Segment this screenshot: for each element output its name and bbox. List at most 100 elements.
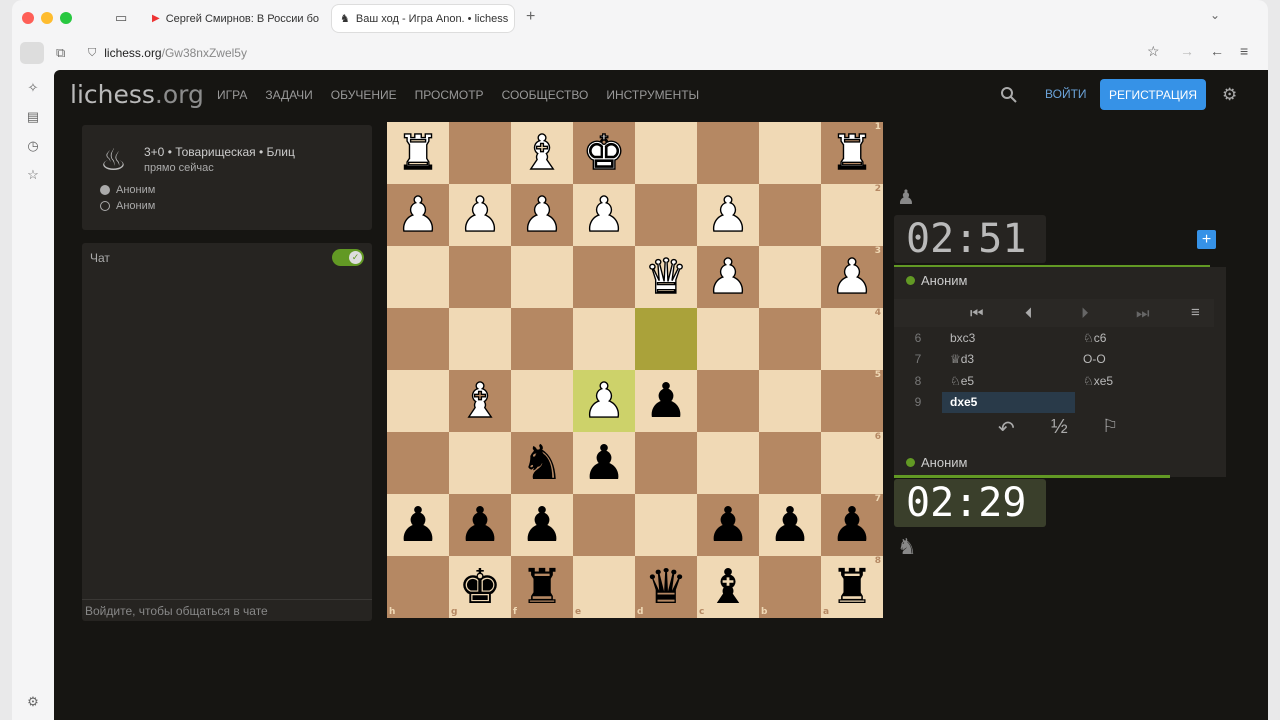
tab-lichess[interactable]: ♞ Ваш ход - Игра Anon. • lichess ✕: [332, 5, 514, 32]
white-bishop-piece[interactable]: ♝: [458, 376, 502, 425]
player-name[interactable]: Аноним: [116, 184, 155, 196]
square-e5-last-move[interactable]: ♟: [573, 370, 635, 432]
security-shield-icon[interactable]: ⛉: [88, 47, 96, 60]
white-rook-piece[interactable]: ♜: [396, 128, 440, 177]
menu-icon[interactable]: ≡: [1240, 43, 1248, 59]
player-name[interactable]: Аноним: [921, 273, 967, 288]
square-g2[interactable]: ♟: [449, 184, 511, 246]
add-time-button[interactable]: +: [1197, 230, 1216, 249]
square-f4[interactable]: [511, 308, 573, 370]
square-g6[interactable]: [449, 432, 511, 494]
black-pawn-piece[interactable]: ♟: [396, 501, 439, 549]
white-queen-piece[interactable]: ♛: [644, 252, 688, 301]
login-link[interactable]: ВОЙТИ: [1045, 87, 1087, 101]
square-d5[interactable]: ♟: [635, 370, 697, 432]
white-king-piece[interactable]: ♚: [582, 128, 626, 177]
square-b2[interactable]: [759, 184, 821, 246]
site-logo[interactable]: lichess.org: [70, 80, 204, 109]
player-name[interactable]: Аноним: [921, 455, 967, 470]
square-e3[interactable]: [573, 246, 635, 308]
square-d8[interactable]: ♛ d: [635, 556, 697, 618]
square-h7[interactable]: ♟: [387, 494, 449, 556]
square-b3[interactable]: [759, 246, 821, 308]
resign-flag-icon[interactable]: ⚐: [1102, 416, 1118, 437]
square-h8[interactable]: h: [387, 556, 449, 618]
white-rook-piece[interactable]: ♜: [830, 128, 874, 177]
square-h3[interactable]: [387, 246, 449, 308]
search-icon[interactable]: [1000, 86, 1017, 103]
prev-move-icon[interactable]: ⏴: [1025, 305, 1033, 322]
close-window-button[interactable]: [22, 12, 34, 24]
black-pawn-piece[interactable]: ♟: [830, 501, 873, 549]
black-bishop-piece[interactable]: ♝: [706, 563, 749, 611]
move-white-current[interactable]: dxe5: [942, 391, 1075, 413]
gear-icon[interactable]: ⚙: [1222, 85, 1237, 105]
square-e4[interactable]: [573, 308, 635, 370]
black-rook-piece[interactable]: ♜: [520, 563, 563, 611]
square-f6[interactable]: ♞: [511, 432, 573, 494]
square-c8[interactable]: ♝ c: [697, 556, 759, 618]
move-white[interactable]: ♕d3: [942, 352, 1075, 366]
square-h5[interactable]: [387, 370, 449, 432]
square-a8[interactable]: ♜ a 8: [821, 556, 883, 618]
black-queen-piece[interactable]: ♛: [644, 563, 687, 611]
back-icon[interactable]: ←: [1210, 43, 1224, 59]
square-c4[interactable]: [697, 308, 759, 370]
square-c2[interactable]: ♟: [697, 184, 759, 246]
register-button[interactable]: РЕГИСТРАЦИЯ: [1100, 79, 1206, 110]
offer-draw-icon[interactable]: ½: [1051, 416, 1068, 439]
black-pawn-piece[interactable]: ♟: [458, 501, 501, 549]
square-g7[interactable]: ♟: [449, 494, 511, 556]
nav-tools[interactable]: ИНСТРУМЕНТЫ: [606, 88, 699, 102]
sidebar-toggle-icon[interactable]: [20, 42, 44, 64]
square-c6[interactable]: [697, 432, 759, 494]
square-h4[interactable]: [387, 308, 449, 370]
history-icon[interactable]: ◷: [25, 138, 41, 154]
black-pawn-piece[interactable]: ♟: [644, 377, 687, 425]
black-king-piece[interactable]: ♚: [458, 563, 501, 611]
square-e7[interactable]: [573, 494, 635, 556]
square-a6[interactable]: 6: [821, 432, 883, 494]
square-f8[interactable]: ♜ f: [511, 556, 573, 618]
square-a3[interactable]: ♟ 3: [821, 246, 883, 308]
minimize-window-button[interactable]: [41, 12, 53, 24]
first-move-icon[interactable]: ⏮: [970, 305, 984, 322]
share-icon[interactable]: ⧉: [56, 45, 65, 61]
square-e8[interactable]: e: [573, 556, 635, 618]
square-c5[interactable]: [697, 370, 759, 432]
chess-board[interactable]: ♜ ♝ ♚ ♜ 1 ♟ ♟ ♟ ♟ ♟ 2 ♛ ♟ ♟ 3 4 ♝ ♟ ♟ 5 …: [387, 122, 883, 618]
move-black[interactable]: O-O: [1075, 352, 1208, 366]
white-pawn-piece[interactable]: ♟: [582, 190, 626, 239]
square-g8[interactable]: ♚ g: [449, 556, 511, 618]
chat-toggle[interactable]: ✓: [332, 249, 364, 266]
white-pawn-piece[interactable]: ♟: [706, 190, 750, 239]
move-white[interactable]: ♘e5: [942, 374, 1075, 388]
tab-overview-icon[interactable]: ▭: [115, 10, 127, 26]
nav-puzzles[interactable]: ЗАДАЧИ: [265, 88, 312, 102]
square-f5[interactable]: [511, 370, 573, 432]
square-h1[interactable]: ♜: [387, 122, 449, 184]
url-field[interactable]: ⛉ lichess.org/Gw38nxZwel5y: [82, 42, 1192, 64]
black-rook-piece[interactable]: ♜: [830, 563, 873, 611]
square-h6[interactable]: [387, 432, 449, 494]
square-d7[interactable]: [635, 494, 697, 556]
move-black[interactable]: ♘c6: [1075, 331, 1208, 345]
square-a2[interactable]: 2: [821, 184, 883, 246]
black-pawn-piece[interactable]: ♟: [768, 501, 811, 549]
black-pawn-piece[interactable]: ♟: [706, 501, 749, 549]
white-pawn-piece[interactable]: ♟: [582, 376, 626, 425]
player-name[interactable]: Аноним: [116, 200, 155, 212]
maximize-window-button[interactable]: [60, 12, 72, 24]
white-pawn-piece[interactable]: ♟: [830, 252, 874, 301]
nav-play[interactable]: ИГРА: [217, 88, 247, 102]
nav-watch[interactable]: ПРОСМОТР: [415, 88, 484, 102]
nav-community[interactable]: СООБЩЕСТВО: [502, 88, 589, 102]
next-move-icon[interactable]: ⏵: [1081, 305, 1089, 322]
forward-icon[interactable]: →: [1180, 43, 1194, 59]
square-b4[interactable]: [759, 308, 821, 370]
square-e2[interactable]: ♟: [573, 184, 635, 246]
square-e1[interactable]: ♚: [573, 122, 635, 184]
tab-youtube[interactable]: ▶ Сергей Смирнов: В России бо ✕: [144, 5, 322, 32]
square-g5[interactable]: ♝: [449, 370, 511, 432]
square-b1[interactable]: [759, 122, 821, 184]
